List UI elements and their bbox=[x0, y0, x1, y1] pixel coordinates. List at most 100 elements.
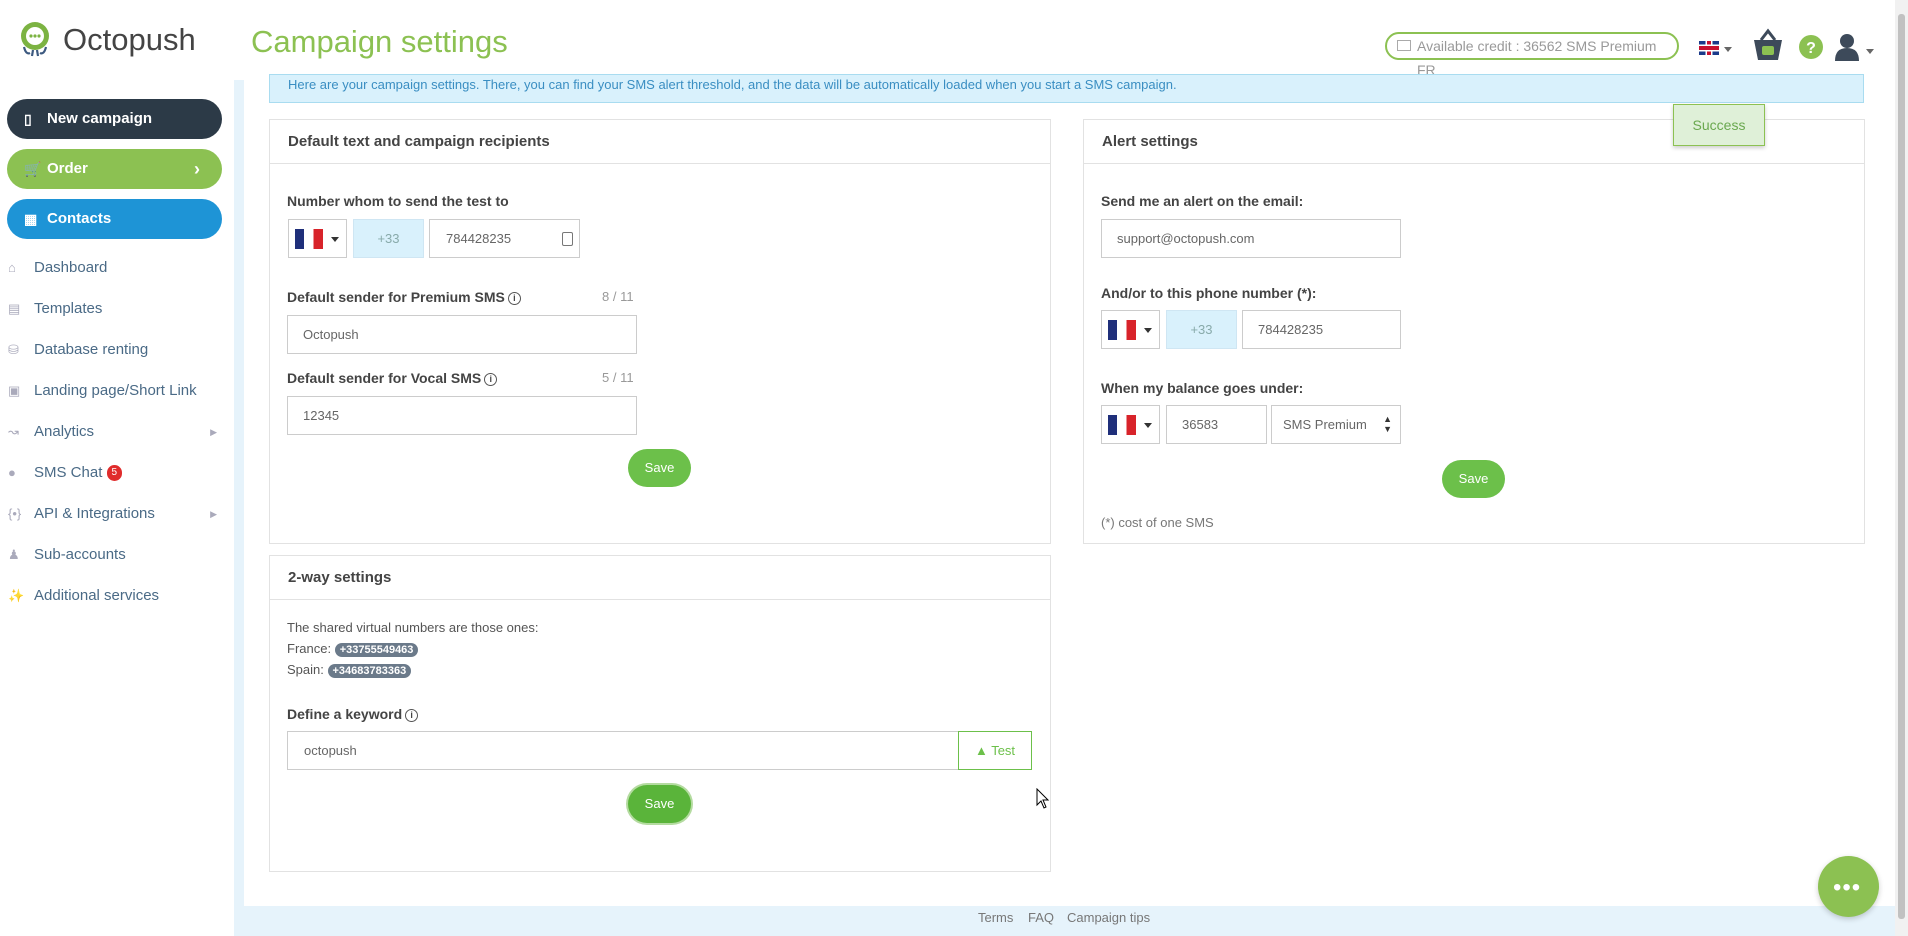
page-title: Campaign settings bbox=[251, 24, 508, 59]
sidebar-item-dashboard[interactable]: ⌂ Dashboard bbox=[0, 253, 225, 283]
user-caret-icon[interactable] bbox=[1866, 49, 1874, 54]
sidebar: ▯ New campaign 🛒 Order › ▦ Contacts ⌂ Da… bbox=[0, 80, 234, 936]
balance-unit-select[interactable]: SMS Premium ▲ ▼ bbox=[1271, 405, 1401, 444]
balance-country-select[interactable] bbox=[1101, 405, 1160, 444]
chevron-right-icon: › bbox=[194, 159, 200, 179]
test-number-input[interactable]: 784428235 bbox=[429, 219, 580, 258]
footer-faq-link[interactable]: FAQ bbox=[1028, 910, 1054, 925]
info-icon[interactable]: i bbox=[405, 709, 419, 722]
save-two-way-button[interactable]: Save bbox=[628, 785, 691, 823]
test-keyword-button[interactable]: ▲ Test bbox=[958, 731, 1032, 770]
contacts-button[interactable]: ▦ Contacts bbox=[7, 199, 222, 239]
svg-text:?: ? bbox=[1806, 40, 1816, 57]
users-icon: ♟ bbox=[8, 547, 20, 562]
octopus-logo-icon[interactable] bbox=[16, 20, 54, 58]
scrollbar-track[interactable] bbox=[1895, 0, 1908, 936]
spain-number-row: Spain: +34683783363 bbox=[287, 662, 412, 678]
order-button[interactable]: 🛒 Order › bbox=[7, 149, 222, 189]
balance-label: When my balance goes under: bbox=[1101, 380, 1304, 396]
ellipsis-icon: ••• bbox=[1833, 874, 1862, 901]
chevron-down-icon bbox=[1144, 328, 1152, 333]
test-country-select[interactable] bbox=[288, 219, 347, 258]
new-campaign-label: New campaign bbox=[47, 110, 153, 127]
sidebar-item-label: SMS Chat bbox=[34, 464, 103, 481]
alert-country-select[interactable] bbox=[1101, 310, 1160, 349]
credit-text: Available credit : 36562 SMS Premium FR bbox=[1417, 38, 1657, 78]
contacts-label: Contacts bbox=[47, 210, 112, 227]
sidebar-item-label: Analytics bbox=[34, 423, 95, 440]
sidebar-item-database-renting[interactable]: ⛁ Database renting bbox=[0, 335, 225, 365]
unread-badge: 5 bbox=[106, 465, 123, 481]
order-label: Order bbox=[47, 160, 88, 177]
chart-line-icon: ↝ bbox=[8, 424, 19, 439]
contact-book-icon[interactable] bbox=[562, 232, 573, 246]
chat-launcher-button[interactable]: ••• bbox=[1818, 856, 1879, 917]
alert-phone-input[interactable]: 784428235 bbox=[1242, 310, 1401, 349]
info-banner: Here are your campaign settings. There, … bbox=[269, 74, 1864, 103]
premium-char-count: 8 / 11 bbox=[602, 289, 634, 304]
money-icon bbox=[1397, 40, 1411, 51]
france-flag-icon bbox=[295, 229, 323, 249]
panel-title: 2-way settings bbox=[270, 556, 1050, 600]
france-flag-icon bbox=[1108, 320, 1136, 340]
footer-terms-link[interactable]: Terms bbox=[978, 910, 1013, 925]
sidebar-item-sms-chat[interactable]: ● SMS Chat 5 bbox=[0, 458, 225, 488]
footer-campaign-tips-link[interactable]: Campaign tips bbox=[1067, 910, 1150, 925]
code-icon: {•} bbox=[8, 506, 22, 521]
sidebar-item-templates[interactable]: ▤ Templates bbox=[0, 294, 225, 324]
spain-label: Spain: bbox=[287, 662, 324, 677]
keyword-input[interactable]: octopush bbox=[287, 731, 959, 770]
sidebar-item-label: Templates bbox=[34, 300, 103, 317]
address-book-icon: ▦ bbox=[24, 211, 38, 227]
top-header: Octopush Campaign settings Available cre… bbox=[0, 0, 1908, 80]
premium-sender-input[interactable]: Octopush bbox=[287, 315, 637, 354]
database-icon: ⛁ bbox=[8, 342, 19, 357]
chevron-down-icon bbox=[1144, 423, 1152, 428]
test-button-label: Test bbox=[991, 743, 1016, 758]
mobile-icon: ▯ bbox=[24, 111, 32, 127]
sidebar-item-label: Database renting bbox=[34, 341, 149, 358]
help-icon[interactable]: ? bbox=[1799, 35, 1823, 59]
france-flag-icon bbox=[1108, 415, 1136, 435]
email-alert-label: Send me an alert on the email: bbox=[1101, 193, 1304, 209]
caret-right-icon: ▶ bbox=[210, 427, 217, 437]
uk-flag-icon[interactable] bbox=[1699, 41, 1719, 55]
panel-title: Default text and campaign recipients bbox=[270, 120, 1050, 164]
sidebar-item-analytics[interactable]: ↝ Analytics ▶ bbox=[0, 417, 225, 447]
sidebar-item-additional-services[interactable]: ✨ Additional services bbox=[0, 581, 225, 611]
sidebar-item-label: Sub-accounts bbox=[34, 546, 126, 563]
vocal-sender-input[interactable]: 12345 bbox=[287, 396, 637, 435]
mouse-cursor-icon bbox=[1036, 788, 1050, 809]
brand-name[interactable]: Octopush bbox=[63, 22, 196, 58]
alert-email-input[interactable]: support@octopush.com bbox=[1101, 219, 1401, 258]
chevron-down-icon bbox=[331, 237, 339, 242]
sidebar-item-label: Additional services bbox=[34, 587, 160, 604]
test-prefix: +33 bbox=[353, 219, 424, 258]
success-toast[interactable]: Success bbox=[1673, 104, 1765, 146]
phone-alert-label: And/or to this phone number (*): bbox=[1101, 285, 1317, 301]
balance-unit-value: SMS Premium bbox=[1283, 417, 1367, 432]
new-campaign-button[interactable]: ▯ New campaign bbox=[7, 99, 222, 139]
chat-icon: ● bbox=[8, 465, 16, 480]
keyword-label-text: Define a keyword bbox=[287, 706, 403, 722]
test-number-value: 784428235 bbox=[446, 231, 512, 246]
scrollbar-thumb[interactable] bbox=[1898, 14, 1905, 919]
credit-badge[interactable]: Available credit : 36562 SMS Premium FR bbox=[1385, 32, 1679, 78]
balance-threshold-input[interactable]: 36583 bbox=[1166, 405, 1267, 444]
info-icon[interactable]: i bbox=[507, 292, 521, 305]
sidebar-item-sub-accounts[interactable]: ♟ Sub-accounts bbox=[0, 540, 225, 570]
sidebar-item-api-integrations[interactable]: {•} API & Integrations ▶ bbox=[0, 499, 225, 529]
sort-arrows-icon: ▲ ▼ bbox=[1383, 414, 1392, 434]
save-alert-button[interactable]: Save bbox=[1442, 460, 1505, 498]
france-label: France: bbox=[287, 641, 332, 656]
tools-icon: ✨ bbox=[8, 588, 25, 603]
shared-numbers-text: The shared virtual numbers are those one… bbox=[287, 620, 539, 635]
language-caret-icon[interactable] bbox=[1724, 47, 1732, 52]
basket-icon[interactable] bbox=[1750, 28, 1786, 62]
save-default-button[interactable]: Save bbox=[628, 449, 691, 487]
user-avatar-icon[interactable] bbox=[1835, 33, 1859, 61]
flask-icon: ▲ bbox=[974, 743, 988, 758]
info-icon[interactable]: i bbox=[484, 373, 498, 386]
vocal-char-count: 5 / 11 bbox=[602, 370, 634, 385]
sidebar-item-landing-page[interactable]: ▣ Landing page/Short Link bbox=[0, 376, 225, 406]
